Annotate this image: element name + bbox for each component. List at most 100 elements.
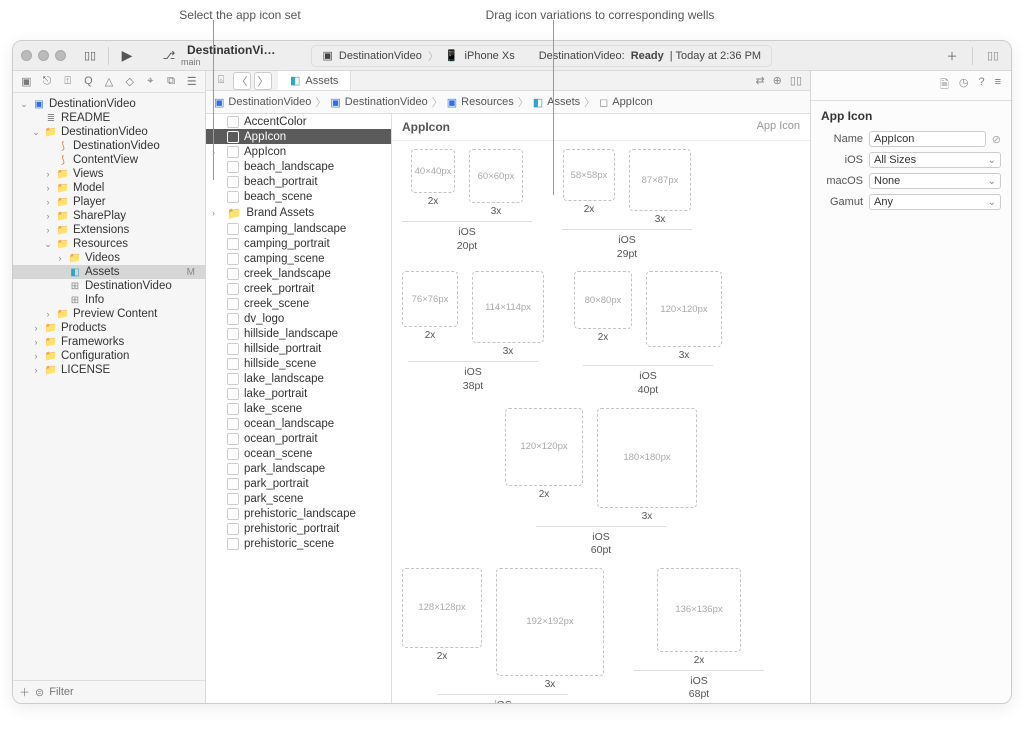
source-control-nav-icon[interactable]: ⎋: [40, 75, 55, 88]
asset-creek_landscape[interactable]: creek_landscape: [206, 266, 391, 281]
icon-well-180x180px[interactable]: 180×180px: [597, 408, 697, 508]
jumpbar-appicon[interactable]: AppIcon: [612, 96, 652, 108]
asset-lake_landscape[interactable]: lake_landscape: [206, 371, 391, 386]
ios-field[interactable]: All Sizes: [869, 152, 1001, 168]
file-inspector-icon[interactable]: 🗎: [940, 76, 949, 95]
tree-item-readme[interactable]: ≣README: [13, 111, 205, 125]
asset-beach_scene[interactable]: beach_scene: [206, 189, 391, 204]
history-inspector-icon[interactable]: ◷: [959, 76, 969, 95]
split-editor-icon[interactable]: ▯▯: [790, 74, 802, 87]
asset-dv_logo[interactable]: dv_logo: [206, 311, 391, 326]
related-items-icon[interactable]: ⌺: [212, 73, 230, 88]
jumpbar-destinationvideo[interactable]: DestinationVideo: [228, 96, 311, 108]
asset-hillside_scene[interactable]: hillside_scene: [206, 356, 391, 371]
attributes-inspector-icon[interactable]: ≡: [995, 76, 1001, 95]
tree-item-configuration[interactable]: ›📁Configuration: [13, 349, 205, 363]
asset-ocean_scene[interactable]: ocean_scene: [206, 446, 391, 461]
add-button[interactable]: ＋: [942, 48, 962, 64]
library-toggle-icon[interactable]: ▯▯: [983, 49, 1003, 62]
tree-item-assets[interactable]: ◧AssetsM: [13, 265, 205, 279]
tree-item-model[interactable]: ›📁Model: [13, 181, 205, 195]
icon-well-136x136px[interactable]: 136×136px: [657, 568, 741, 652]
navigator-filter-input[interactable]: [49, 686, 199, 698]
asset-prehistoric_scene[interactable]: prehistoric_scene: [206, 536, 391, 551]
project-nav-icon[interactable]: ▣: [19, 75, 34, 88]
tree-item-destinationvideo[interactable]: ⟆DestinationVideo: [13, 139, 205, 153]
asset-beach_portrait[interactable]: beach_portrait: [206, 174, 391, 189]
macos-field[interactable]: None: [869, 173, 1001, 189]
tree-item-shareplay[interactable]: ›📁SharePlay: [13, 209, 205, 223]
project-tree[interactable]: ⌄▣DestinationVideo≣README⌄📁DestinationVi…: [13, 93, 205, 680]
asset-lake_scene[interactable]: lake_scene: [206, 401, 391, 416]
asset-hillside_landscape[interactable]: hillside_landscape: [206, 326, 391, 341]
add-file-icon[interactable]: ＋: [19, 684, 30, 700]
tree-item-preview-content[interactable]: ›📁Preview Content: [13, 307, 205, 321]
asset-beach_landscape[interactable]: beach_landscape: [206, 159, 391, 174]
tree-item-videos[interactable]: ›📁Videos: [13, 251, 205, 265]
icon-well-40x40px[interactable]: 40×40px: [411, 149, 455, 193]
asset-appicon[interactable]: AppIcon: [206, 129, 391, 144]
jumpbar-resources[interactable]: Resources: [461, 96, 514, 108]
traffic-lights[interactable]: [21, 50, 66, 61]
icon-well-58x58px[interactable]: 58×58px: [563, 149, 615, 201]
name-field[interactable]: AppIcon: [869, 131, 986, 147]
test-nav-icon[interactable]: ◇: [122, 75, 137, 88]
asset-camping_scene[interactable]: camping_scene: [206, 251, 391, 266]
asset-creek_portrait[interactable]: creek_portrait: [206, 281, 391, 296]
asset-park_landscape[interactable]: park_landscape: [206, 461, 391, 476]
breakpoint-nav-icon[interactable]: ⧉: [164, 75, 179, 88]
tab-assets[interactable]: ◧ Assets: [278, 71, 351, 90]
editor-options-icon[interactable]: ⇄: [755, 74, 764, 87]
asset-prehistoric_portrait[interactable]: prehistoric_portrait: [206, 521, 391, 536]
jumpbar-destinationvideo[interactable]: DestinationVideo: [345, 96, 428, 108]
asset-camping_landscape[interactable]: camping_landscape: [206, 221, 391, 236]
canvas-body[interactable]: 40×40px2x60×60px3xiOS20pt58×58px2x87×87p…: [392, 141, 810, 704]
asset-ocean_landscape[interactable]: ocean_landscape: [206, 416, 391, 431]
close-dot[interactable]: [21, 50, 32, 61]
icon-well-76x76px[interactable]: 76×76px: [402, 271, 458, 327]
asset-park_scene[interactable]: park_scene: [206, 491, 391, 506]
tree-item-views[interactable]: ›📁Views: [13, 167, 205, 181]
asset-prehistoric_landscape[interactable]: prehistoric_landscape: [206, 506, 391, 521]
back-button[interactable]: 〈: [233, 72, 251, 90]
tree-item-extensions[interactable]: ›📁Extensions: [13, 223, 205, 237]
gamut-field[interactable]: Any: [869, 194, 1001, 210]
asset-hillside_portrait[interactable]: hillside_portrait: [206, 341, 391, 356]
icon-well-60x60px[interactable]: 60×60px: [469, 149, 523, 203]
tree-item-resources[interactable]: ⌄📁Resources: [13, 237, 205, 251]
tree-item-contentview[interactable]: ⟆ContentView: [13, 153, 205, 167]
tree-item-destinationvideo[interactable]: ⌄📁DestinationVideo: [13, 125, 205, 139]
asset-accentcolor[interactable]: AccentColor: [206, 114, 391, 129]
adjust-editor-icon[interactable]: ⊕: [773, 74, 782, 87]
tree-item-info[interactable]: ⊞Info: [13, 293, 205, 307]
asset-creek_scene[interactable]: creek_scene: [206, 296, 391, 311]
scheme-status-bar[interactable]: ▣ DestinationVideo 〉 📱 iPhone Xs Destina…: [311, 45, 772, 67]
asset-brand-assets[interactable]: ›📁Brand Assets: [206, 204, 391, 221]
sidebar-toggle-icon[interactable]: ▯▯: [82, 48, 98, 64]
run-button[interactable]: ▶: [119, 48, 135, 64]
filter-icon[interactable]: ⊜: [35, 686, 44, 699]
debug-nav-icon[interactable]: ⌖: [143, 75, 158, 88]
tree-item-destinationvideo[interactable]: ⌄▣DestinationVideo: [13, 97, 205, 111]
minimize-dot[interactable]: [38, 50, 49, 61]
asset-lake_portrait[interactable]: lake_portrait: [206, 386, 391, 401]
issue-nav-icon[interactable]: △: [102, 75, 117, 88]
help-inspector-icon[interactable]: ?: [978, 76, 984, 95]
find-nav-icon[interactable]: Q: [81, 75, 96, 88]
tree-item-player[interactable]: ›📁Player: [13, 195, 205, 209]
asset-camping_portrait[interactable]: camping_portrait: [206, 236, 391, 251]
tree-item-license[interactable]: ›📁LICENSE: [13, 363, 205, 377]
report-nav-icon[interactable]: ☰: [184, 75, 199, 88]
asset-ocean_portrait[interactable]: ocean_portrait: [206, 431, 391, 446]
tree-item-destinationvideo[interactable]: ⊞DestinationVideo: [13, 279, 205, 293]
jump-bar[interactable]: ▣DestinationVideo〉▣DestinationVideo〉▣Res…: [206, 91, 810, 114]
icon-well-120x120px[interactable]: 120×120px: [646, 271, 722, 347]
tree-item-frameworks[interactable]: ›📁Frameworks: [13, 335, 205, 349]
zoom-dot[interactable]: [55, 50, 66, 61]
asset-park_portrait[interactable]: park_portrait: [206, 476, 391, 491]
tree-item-products[interactable]: ›📁Products: [13, 321, 205, 335]
icon-well-192x192px[interactable]: 192×192px: [496, 568, 604, 676]
icon-well-114x114px[interactable]: 114×114px: [472, 271, 544, 343]
forward-button[interactable]: 〉: [254, 72, 272, 90]
icon-well-120x120px[interactable]: 120×120px: [505, 408, 583, 486]
